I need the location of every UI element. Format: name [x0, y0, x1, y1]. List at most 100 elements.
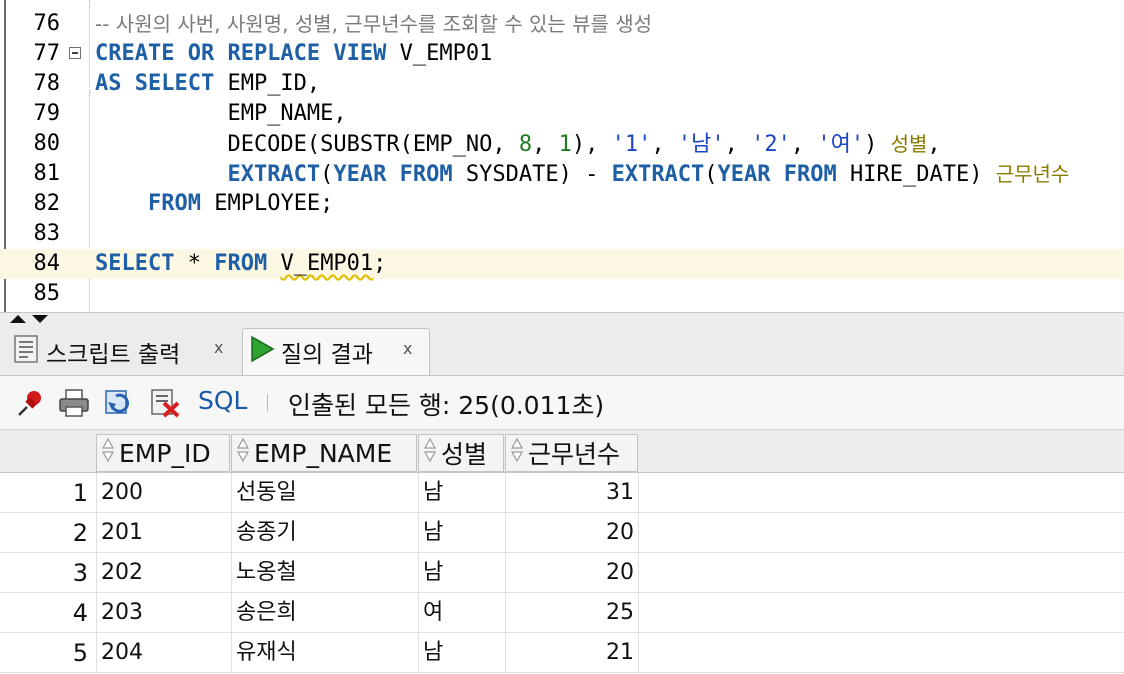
cell-years[interactable]: 25 — [505, 593, 639, 633]
table-row[interactable]: 5 204 유재식 남 21 — [0, 633, 1124, 673]
code-token: '남' — [677, 132, 725, 157]
row-number: 1 — [72, 479, 88, 507]
cell-gender[interactable]: 여 — [418, 593, 505, 633]
code-token: , — [651, 132, 678, 157]
code-line[interactable]: 77 CREATE OR REPLACE VIEW V_EMP01 — [0, 39, 1124, 69]
line-number: 81 — [33, 161, 61, 186]
code-token: ( — [320, 162, 334, 187]
code-token: , — [790, 132, 818, 157]
cell-emp-id[interactable]: 200 — [96, 473, 231, 513]
cell-emp-name[interactable]: 송은희 — [231, 593, 418, 633]
line-number: 79 — [33, 101, 61, 126]
column-header-label: EMP_NAME — [254, 438, 393, 468]
tab-script-output[interactable]: 스크립트 출력 x — [8, 328, 240, 375]
line-number: 76 — [33, 11, 61, 36]
code-text: CREATE OR REPLACE VIEW V_EMP01 — [95, 39, 492, 69]
line-number: 80 — [33, 131, 61, 156]
tab-query-result-label: 질의 결과 — [281, 342, 373, 368]
tab-query-result[interactable]: 질의 결과 x — [242, 328, 430, 375]
line-number: 82 — [33, 191, 61, 216]
cell-gender[interactable]: 남 — [418, 553, 505, 593]
sql-editor[interactable]: 76 -- 사원의 사번, 사원명, 성별, 근무년수를 조회할 수 있는 뷰를 … — [0, 0, 1124, 312]
column-header-label: 성별 — [441, 440, 488, 469]
row-number: 2 — [72, 519, 88, 547]
pane-splitter[interactable] — [0, 312, 1124, 324]
cell-emp-name[interactable]: 선동일 — [231, 473, 418, 513]
line-number: 84 — [33, 251, 61, 276]
line-number: 77 — [33, 41, 61, 66]
refresh-icon[interactable] — [104, 388, 134, 418]
code-line[interactable]: 83 — [0, 219, 1124, 249]
cell-emp-name[interactable]: 유재식 — [231, 633, 418, 673]
table-row[interactable]: 4 203 송은희 여 25 — [0, 593, 1124, 633]
code-token: * — [187, 251, 215, 276]
cell-years[interactable]: 21 — [505, 633, 639, 673]
pin-icon[interactable] — [16, 388, 46, 418]
code-token: FROM — [147, 191, 215, 216]
code-token: 근무년수 — [995, 162, 1070, 186]
code-line[interactable]: 79 EMP_NAME, — [0, 99, 1124, 129]
code-token: '2' — [751, 132, 791, 157]
cell-emp-id[interactable]: 204 — [96, 633, 231, 673]
cell-years[interactable]: 31 — [505, 473, 639, 513]
cell-emp-id[interactable]: 203 — [96, 593, 231, 633]
cancel-query-icon[interactable] — [150, 388, 180, 418]
code-token: V_EMP01 — [399, 41, 493, 66]
cell-gender[interactable]: 남 — [418, 513, 505, 553]
column-header-emp-name[interactable]: EMP_NAME — [231, 434, 417, 472]
code-line[interactable]: 81 EXTRACT(YEAR FROM SYSDATE) - EXTRACT(… — [0, 159, 1124, 189]
sort-icon[interactable] — [101, 437, 115, 469]
code-text: EXTRACT(YEAR FROM SYSDATE) - EXTRACT(YEA… — [95, 159, 1069, 190]
row-number: 4 — [72, 599, 88, 627]
table-row[interactable]: 2 201 송종기 남 20 — [0, 513, 1124, 553]
column-header-gender[interactable]: 성별 — [418, 434, 504, 472]
collapse-down-icon[interactable] — [32, 315, 48, 323]
code-text: DECODE(SUBSTR(EMP_NO, 8, 1), '1', '남', '… — [95, 129, 940, 160]
toolbar-divider — [267, 394, 268, 412]
column-header-years[interactable]: 근무년수 — [505, 434, 638, 472]
code-token: YEAR FROM — [333, 162, 466, 187]
code-token: DECODE(SUBSTR(EMP_NO, — [95, 132, 519, 157]
sort-icon[interactable] — [423, 437, 437, 469]
sort-icon[interactable] — [236, 437, 250, 469]
code-line[interactable]: 76 -- 사원의 사번, 사원명, 성별, 근무년수를 조회할 수 있는 뷰를 … — [0, 9, 1124, 39]
collapse-up-icon[interactable] — [10, 315, 26, 323]
results-grid[interactable]: EMP_ID EMP_NAME 성별 근무년수 1 200 선동일 남 31 2 201 송종… — [0, 430, 1124, 674]
cell-emp-id[interactable]: 201 — [96, 513, 231, 553]
line-number: 85 — [33, 281, 61, 306]
code-token: AS SELECT — [95, 71, 228, 96]
code-line[interactable]: 80 DECODE(SUBSTR(EMP_NO, 8, 1), '1', '남'… — [0, 129, 1124, 159]
close-icon[interactable]: x — [214, 338, 223, 357]
cell-emp-id[interactable]: 202 — [96, 553, 231, 593]
close-icon[interactable]: x — [403, 339, 412, 358]
table-row[interactable]: 1 200 선동일 남 31 — [0, 473, 1124, 513]
code-text: SELECT * FROM V_EMP01; — [95, 249, 386, 279]
cell-gender[interactable]: 남 — [418, 473, 505, 513]
code-token: V_EMP01 — [280, 251, 374, 276]
cell-emp-name[interactable]: 송종기 — [231, 513, 418, 553]
code-text: FROM EMPLOYEE; — [95, 189, 333, 219]
code-token: ), — [571, 132, 612, 157]
code-token: '1' — [611, 132, 652, 157]
sql-button[interactable]: SQL — [198, 386, 247, 415]
table-row[interactable]: 3 202 노옹철 남 20 — [0, 553, 1124, 593]
sort-icon[interactable] — [510, 437, 524, 469]
code-token: EMPLOYEE; — [214, 191, 334, 216]
code-token: 8 — [518, 132, 533, 157]
code-line[interactable]: 85 — [0, 279, 1124, 309]
cell-years[interactable]: 20 — [505, 513, 639, 553]
code-line[interactable]: 78 AS SELECT EMP_ID, — [0, 69, 1124, 99]
code-line[interactable]: 84 SELECT * FROM V_EMP01; — [0, 249, 1124, 279]
cell-years[interactable]: 20 — [505, 553, 639, 593]
code-token: EXTRACT — [227, 162, 321, 187]
code-token: CREATE OR REPLACE VIEW — [95, 41, 400, 66]
run-query-icon — [249, 335, 275, 369]
print-icon[interactable] — [58, 388, 89, 418]
cell-emp-name[interactable]: 노옹철 — [231, 553, 418, 593]
code-line[interactable]: 82 FROM EMPLOYEE; — [0, 189, 1124, 219]
fold-toggle-icon[interactable] — [69, 47, 81, 59]
code-token: 1 — [558, 132, 572, 157]
column-header-emp-id[interactable]: EMP_ID — [96, 434, 230, 472]
code-token: ) — [864, 132, 891, 157]
cell-gender[interactable]: 남 — [418, 633, 505, 673]
